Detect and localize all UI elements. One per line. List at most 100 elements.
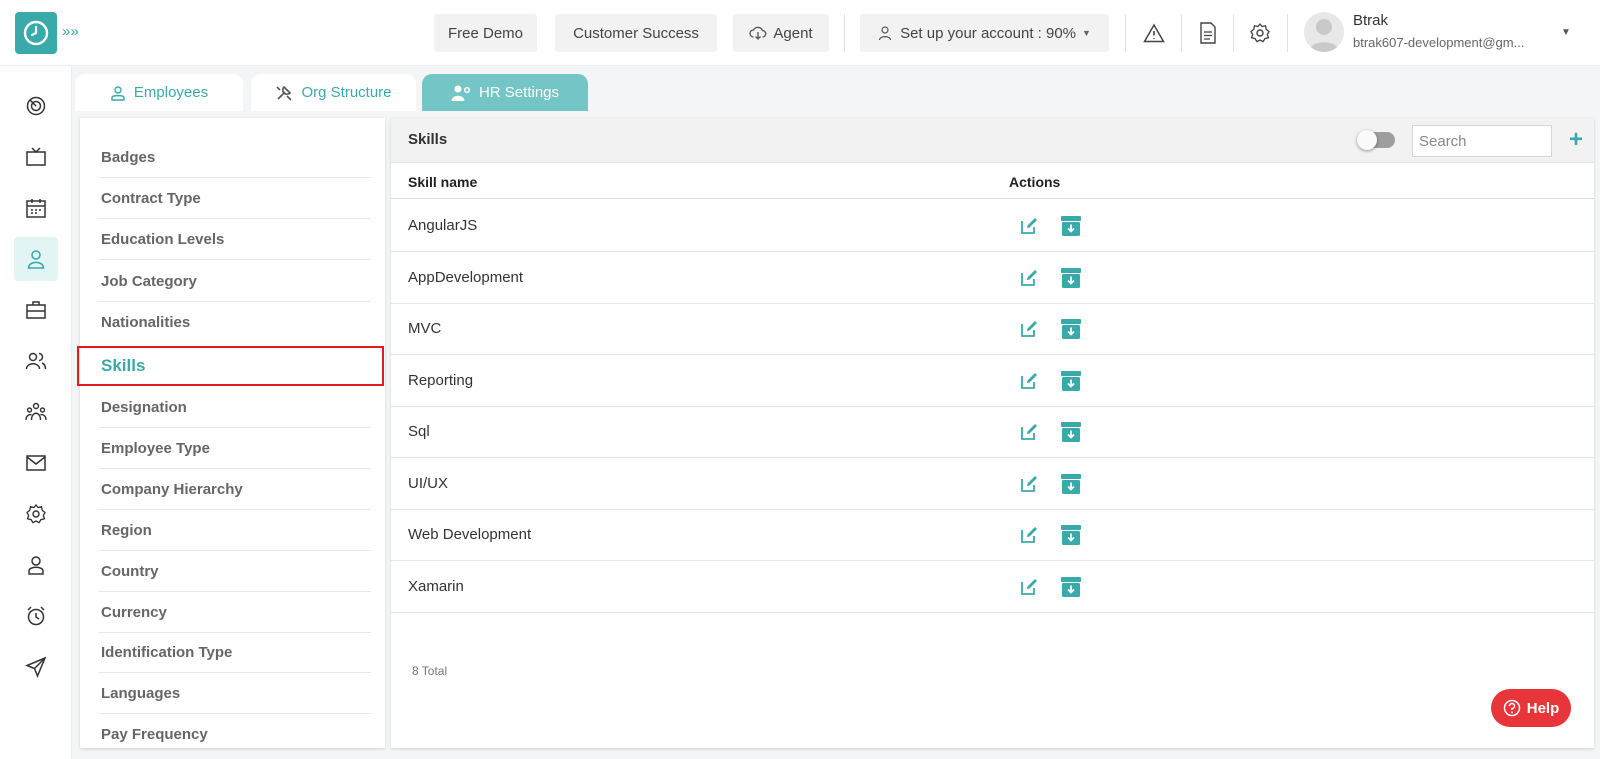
archive-icon[interactable]	[1060, 318, 1082, 340]
archive-icon[interactable]	[1060, 576, 1082, 598]
user-name: Btrak	[1353, 12, 1389, 29]
user-icon	[111, 85, 125, 101]
settings-item-label: Education Levels	[101, 231, 225, 248]
users-nav-icon[interactable]	[14, 339, 58, 383]
clock-logo-icon	[23, 20, 49, 46]
table-row: AppDevelopment	[391, 252, 1594, 304]
mail-nav-icon[interactable]	[14, 441, 58, 485]
archive-icon[interactable]	[1060, 524, 1082, 546]
edit-icon[interactable]	[1019, 268, 1039, 288]
agent-button[interactable]: Agent	[733, 14, 829, 52]
toggle-knob	[1357, 130, 1377, 150]
employee-nav-icon[interactable]	[14, 237, 58, 281]
edit-icon[interactable]	[1019, 216, 1039, 236]
settings-item-label: Contract Type	[101, 190, 201, 207]
panel-title: Skills	[408, 131, 448, 148]
archive-icon[interactable]	[1060, 267, 1082, 289]
expand-sidebar-icon[interactable]: »»	[62, 22, 82, 42]
briefcase-nav-icon[interactable]	[14, 288, 58, 332]
add-skill-button[interactable]: +	[1565, 126, 1587, 154]
tab-org-structure-label: Org Structure	[301, 84, 392, 101]
user-menu-caret-icon[interactable]: ▼	[1561, 27, 1571, 38]
settings-item-label: Employee Type	[101, 440, 210, 457]
settings-item-education-levels[interactable]: Education Levels	[80, 219, 385, 260]
settings-item-label: Currency	[101, 604, 167, 621]
settings-item-label: Job Category	[101, 273, 197, 290]
settings-item-badges[interactable]: Badges	[80, 137, 385, 178]
setup-account-dropdown[interactable]: Set up your account : 90% ▼	[860, 14, 1109, 52]
skill-name: Xamarin	[408, 577, 464, 595]
archive-icon[interactable]	[1060, 473, 1082, 495]
tv-nav-icon[interactable]	[14, 135, 58, 179]
settings-item-languages[interactable]: Languages	[80, 673, 385, 714]
edit-icon[interactable]	[1019, 525, 1039, 545]
edit-icon[interactable]	[1019, 422, 1039, 442]
settings-item-region[interactable]: Region	[80, 510, 385, 551]
edit-icon[interactable]	[1019, 371, 1039, 391]
skill-name: MVC	[408, 320, 442, 337]
tab-org-structure[interactable]: Org Structure	[251, 74, 416, 111]
settings-item-nationalities[interactable]: Nationalities	[80, 302, 385, 343]
question-circle-icon	[1503, 699, 1520, 717]
hr-settings-menu: Badges Contract Type Education Levels Jo…	[80, 118, 385, 748]
settings-item-employee-type[interactable]: Employee Type	[80, 428, 385, 469]
customer-success-label: Customer Success	[573, 24, 699, 42]
settings-item-job-category[interactable]: Job Category	[80, 261, 385, 302]
tab-hr-settings[interactable]: HR Settings	[422, 74, 588, 111]
settings-item-pay-frequency[interactable]: Pay Frequency	[80, 714, 385, 748]
settings-nav-icon[interactable]	[14, 492, 58, 536]
archive-icon[interactable]	[1060, 370, 1082, 392]
table-row: Reporting	[391, 355, 1594, 407]
tools-icon	[276, 85, 293, 101]
column-header-skill-name: Skill name	[408, 174, 478, 190]
tab-employees[interactable]: Employees	[75, 74, 243, 111]
skill-name: AngularJS	[408, 217, 478, 234]
tab-employees-label: Employees	[133, 84, 209, 101]
settings-gear-icon[interactable]	[1247, 20, 1273, 46]
help-button[interactable]: Help	[1491, 689, 1571, 727]
total-count: 8 Total	[412, 664, 448, 678]
customer-success-button[interactable]: Customer Success	[555, 14, 717, 52]
settings-item-label: Designation	[101, 399, 187, 416]
calendar-nav-icon[interactable]	[14, 186, 58, 230]
edit-icon[interactable]	[1019, 319, 1039, 339]
user-avatar-icon	[1309, 19, 1339, 52]
settings-item-identification-type[interactable]: Identification Type	[80, 632, 385, 673]
dashboard-nav-icon[interactable]	[14, 84, 58, 128]
search-input[interactable]	[1412, 125, 1552, 157]
send-nav-icon[interactable]	[14, 645, 58, 689]
selected-item-highlight	[77, 346, 384, 386]
settings-item-company-hierarchy[interactable]: Company Hierarchy	[80, 469, 385, 510]
skill-name: Sql	[408, 423, 430, 440]
edit-icon[interactable]	[1019, 577, 1039, 597]
profile-nav-icon[interactable]	[14, 543, 58, 587]
skill-name: AppDevelopment	[408, 268, 524, 286]
edit-icon[interactable]	[1019, 474, 1039, 494]
free-demo-button[interactable]: Free Demo	[434, 14, 537, 52]
skills-panel: Skills + Skill name Actions AngularJS App…	[391, 118, 1594, 748]
archive-toggle[interactable]	[1357, 130, 1395, 150]
document-icon[interactable]	[1195, 20, 1221, 46]
table-row: MVC	[391, 303, 1594, 355]
settings-item-label: Languages	[101, 685, 181, 702]
app-logo[interactable]	[15, 12, 57, 54]
table-row: Xamarin	[391, 561, 1594, 613]
table-row: Web Development	[391, 509, 1594, 561]
settings-item-country[interactable]: Country	[80, 551, 385, 592]
settings-item-currency[interactable]: Currency	[80, 592, 385, 633]
settings-item-contract-type[interactable]: Contract Type	[80, 178, 385, 219]
avatar[interactable]	[1304, 12, 1344, 52]
settings-item-label: Company Hierarchy	[101, 481, 243, 498]
caret-down-icon: ▼	[1082, 28, 1091, 38]
divider	[1287, 14, 1288, 52]
warning-icon[interactable]	[1141, 20, 1167, 46]
divider	[1233, 14, 1234, 52]
settings-item-label: Nationalities	[101, 314, 191, 331]
user-settings-icon	[451, 85, 471, 101]
archive-icon[interactable]	[1060, 421, 1082, 443]
user-setup-icon	[878, 26, 892, 41]
settings-item-designation[interactable]: Designation	[80, 387, 385, 428]
archive-icon[interactable]	[1060, 215, 1082, 237]
alarm-nav-icon[interactable]	[14, 594, 58, 638]
team-nav-icon[interactable]	[14, 390, 58, 434]
